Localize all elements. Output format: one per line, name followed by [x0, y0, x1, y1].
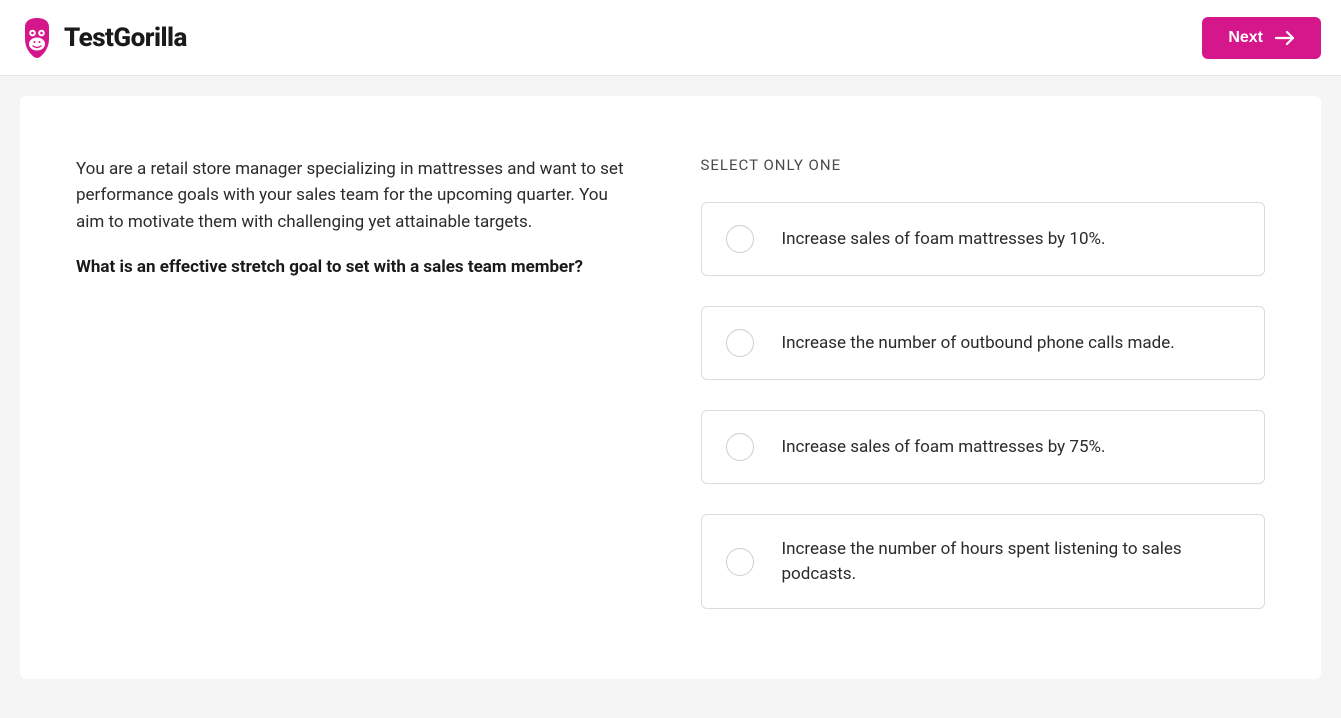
next-button-label: Next — [1228, 29, 1263, 47]
answer-option[interactable]: Increase sales of foam mattresses by 10%… — [701, 202, 1266, 276]
brand-name: TestGorilla — [64, 23, 187, 53]
question-card: You are a retail store manager specializ… — [20, 96, 1321, 679]
select-instruction: SELECT ONLY ONE — [701, 156, 1266, 174]
option-text: Increase sales of foam mattresses by 10%… — [782, 227, 1106, 252]
answer-option[interactable]: Increase the number of hours spent liste… — [701, 514, 1266, 609]
brand-logo: TestGorilla — [20, 17, 187, 59]
answer-option[interactable]: Increase the number of outbound phone ca… — [701, 306, 1266, 380]
option-text: Increase the number of hours spent liste… — [782, 537, 1241, 586]
next-button[interactable]: Next — [1202, 17, 1321, 59]
radio-icon — [726, 548, 754, 576]
page-body: You are a retail store manager specializ… — [0, 76, 1341, 699]
app-header: TestGorilla Next — [0, 0, 1341, 76]
answer-column: SELECT ONLY ONE Increase sales of foam m… — [701, 156, 1266, 609]
radio-icon — [726, 225, 754, 253]
arrow-right-icon — [1275, 30, 1295, 46]
answer-option[interactable]: Increase sales of foam mattresses by 75%… — [701, 410, 1266, 484]
option-text: Increase sales of foam mattresses by 75%… — [782, 435, 1106, 460]
scenario-text: You are a retail store manager specializ… — [76, 156, 636, 235]
option-text: Increase the number of outbound phone ca… — [782, 331, 1175, 356]
options-list: Increase sales of foam mattresses by 10%… — [701, 202, 1266, 609]
radio-icon — [726, 329, 754, 357]
gorilla-icon — [20, 17, 54, 59]
question-prompt: What is an effective stretch goal to set… — [76, 257, 636, 277]
radio-icon — [726, 433, 754, 461]
question-text-column: You are a retail store manager specializ… — [76, 156, 636, 609]
